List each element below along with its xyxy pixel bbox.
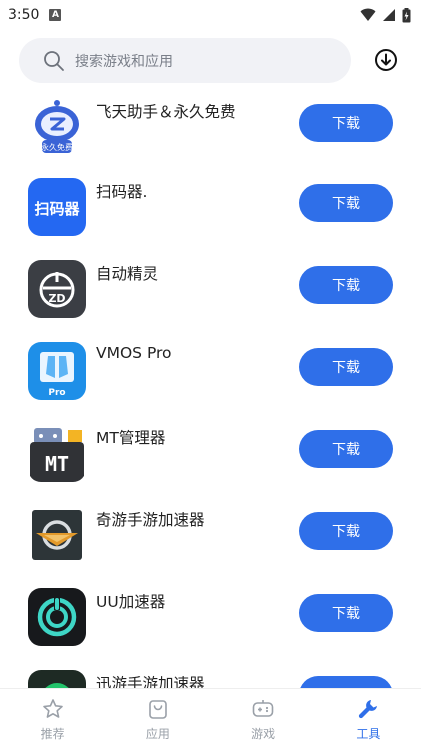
download-icon[interactable] bbox=[374, 48, 398, 72]
vmos-icon-text: Pro bbox=[48, 388, 65, 398]
star-icon bbox=[42, 699, 63, 718]
list-item[interactable]: Pro VMOS Pro 下载 bbox=[0, 342, 421, 424]
list-item[interactable]: ZD 自动精灵 下载 bbox=[0, 260, 421, 342]
feitian-icon-text: 永久免费 bbox=[41, 142, 73, 152]
list-item[interactable]: 扫码器 扫码器. 下载 bbox=[0, 178, 421, 260]
app-name: MT管理器 bbox=[96, 429, 166, 447]
app-name: 飞天助手＆永久免费 bbox=[96, 103, 236, 121]
tab-games[interactable]: 游戏 bbox=[211, 689, 316, 751]
bag-icon bbox=[149, 700, 167, 719]
signal-icon bbox=[383, 9, 395, 21]
status-bar: 3:50 A bbox=[0, 0, 421, 30]
list-item[interactable]: 奇游手游加速器 下载 bbox=[0, 506, 421, 588]
list-item[interactable]: UU加速器 下载 bbox=[0, 588, 421, 670]
battery-icon bbox=[402, 7, 411, 22]
tab-label: 工具 bbox=[356, 727, 381, 741]
scanner-icon-text: 扫码器 bbox=[34, 200, 80, 218]
tab-apps[interactable]: 应用 bbox=[105, 689, 210, 751]
list-item[interactable]: 永久免费 飞天助手＆永久免费 下载 bbox=[0, 98, 421, 180]
download-button[interactable]: 下载 bbox=[299, 104, 393, 142]
app-icon-feitian: 永久免费 bbox=[28, 98, 86, 156]
tab-label: 推荐 bbox=[40, 727, 65, 741]
wrench-icon bbox=[359, 700, 378, 719]
notification-badge: A bbox=[49, 9, 62, 21]
app-icon-xunyou bbox=[28, 670, 86, 688]
app-icon-qiyou bbox=[28, 506, 86, 564]
tab-label: 游戏 bbox=[251, 727, 276, 741]
app-icon-uu bbox=[28, 588, 86, 646]
tab-tools[interactable]: 工具 bbox=[316, 689, 421, 751]
tab-recommend[interactable]: 推荐 bbox=[0, 689, 105, 751]
gamepad-icon bbox=[252, 700, 274, 717]
app-name: 奇游手游加速器 bbox=[96, 511, 205, 529]
app-name: 迅游手游加速器 bbox=[96, 675, 205, 688]
app-name: UU加速器 bbox=[96, 593, 166, 611]
app-name: 扫码器. bbox=[96, 183, 148, 201]
status-time: 3:50 bbox=[8, 7, 40, 23]
app-icon-vmos: Pro bbox=[28, 342, 86, 400]
app-name: 自动精灵 bbox=[96, 265, 159, 283]
wifi-icon bbox=[360, 8, 376, 21]
download-button[interactable]: 下载 bbox=[299, 594, 393, 632]
zidong-icon-text: ZD bbox=[48, 292, 65, 305]
download-button[interactable]: 下载 bbox=[299, 676, 393, 688]
list-item[interactable]: MT MT管理器 下载 bbox=[0, 424, 421, 506]
search-placeholder: 搜索游戏和应用 bbox=[75, 53, 173, 70]
bottom-tab-bar: 推荐 应用 游戏 工具 bbox=[0, 688, 421, 751]
search-input[interactable]: 搜索游戏和应用 bbox=[19, 38, 351, 83]
download-button[interactable]: 下载 bbox=[299, 184, 393, 222]
search-row: 搜索游戏和应用 bbox=[0, 36, 421, 86]
download-button[interactable]: 下载 bbox=[299, 266, 393, 304]
mt-icon-text: MT bbox=[45, 452, 69, 476]
app-name: VMOS Pro bbox=[96, 344, 172, 362]
app-icon-mt: MT bbox=[28, 424, 86, 482]
app-list: 永久免费 飞天助手＆永久免费 下载 扫码器 扫码器. 下载 ZD 自动精灵 下载 bbox=[0, 92, 421, 688]
tab-label: 应用 bbox=[145, 727, 170, 741]
download-button[interactable]: 下载 bbox=[299, 512, 393, 550]
app-icon-scanner: 扫码器 bbox=[28, 178, 86, 236]
app-icon-zidong: ZD bbox=[28, 260, 86, 318]
list-item[interactable]: 迅游手游加速器 下载 bbox=[0, 670, 421, 688]
download-button[interactable]: 下载 bbox=[299, 430, 393, 468]
download-button[interactable]: 下载 bbox=[299, 348, 393, 386]
search-icon bbox=[44, 50, 64, 71]
